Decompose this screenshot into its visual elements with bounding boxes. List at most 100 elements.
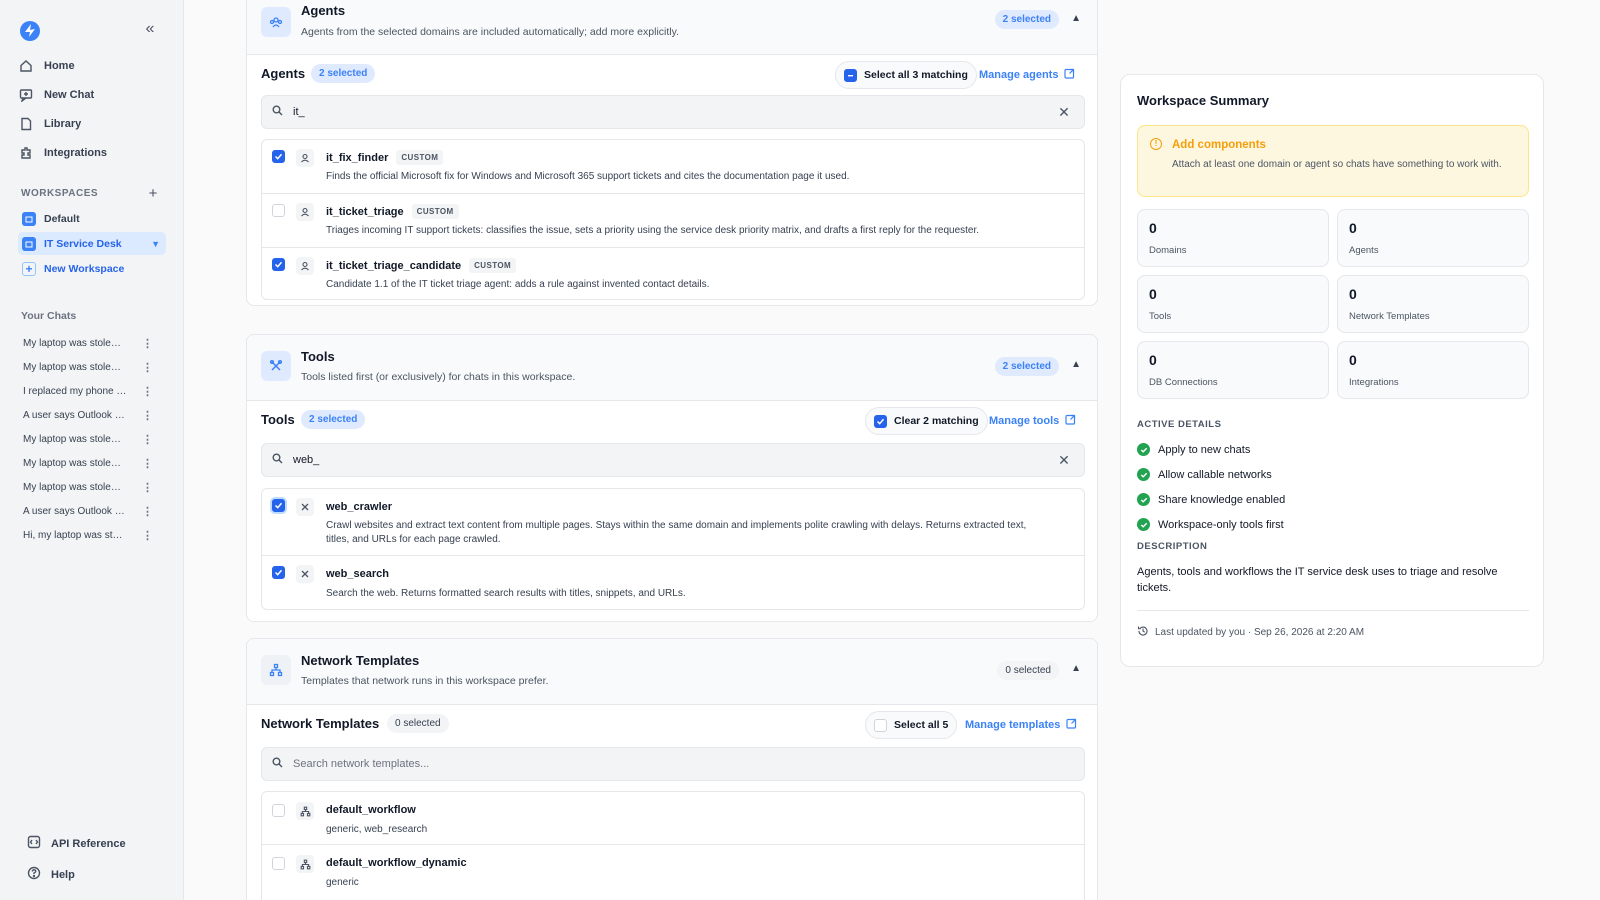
more-options-icon[interactable]: ⋮ [142,361,153,374]
more-options-icon[interactable]: ⋮ [142,409,153,422]
agents-card-header[interactable]: Agents Agents from the selected domains … [247,0,1097,55]
chevron-up-icon[interactable]: ▲ [1071,663,1081,674]
template-row-default-workflow[interactable]: default_workflow generic, web_research [262,792,1084,845]
tool-checkbox[interactable] [272,566,285,579]
nav-library-label: Library [44,118,82,130]
nav-new-chat[interactable]: New Chat [18,84,94,106]
workspace-icon [22,211,36,226]
check-circle-icon [1137,443,1150,456]
add-workspace-icon[interactable]: + [146,185,160,202]
tool-row-web-crawler[interactable]: web_crawler Crawl websites and extract t… [262,489,1084,556]
tools-card-header[interactable]: Tools Tools listed first (or exclusively… [247,335,1097,401]
templates-search[interactable] [261,747,1085,781]
nav-new-chat-label: New Chat [44,89,95,101]
stat-domains: 0 Domains [1137,209,1329,267]
chat-item[interactable]: My laptop was stole… ⋮ [23,358,153,376]
chat-item[interactable]: I replaced my phone … ⋮ [23,382,153,400]
agent-checkbox[interactable] [272,258,285,271]
workspace-default-label: Default [44,212,80,225]
workspace-description: Agents, tools and workflows the IT servi… [1137,566,1498,594]
tools-icon [261,351,291,381]
agent-checkbox[interactable] [272,204,285,217]
chat-title: A user says Outlook … [23,409,125,421]
chat-title: My laptop was stole… [23,457,121,469]
stat-label: Network Templates [1349,311,1430,322]
agents-search[interactable]: ✕ [261,95,1085,129]
collapse-sidebar-icon[interactable]: « [140,20,160,40]
agent-row-it-fix-finder[interactable]: it_fix_finder CUSTOM Finds the official M… [262,140,1084,194]
nav-integrations[interactable]: Integrations [18,142,107,164]
clear-matching-tools-button[interactable]: Clear 2 matching [865,407,988,435]
nav-home[interactable]: Home [18,55,75,77]
chat-item[interactable]: My laptop was stole… ⋮ [23,430,153,448]
agent-description: Candidate 1.1 of the IT ticket triage ag… [326,279,710,290]
tool-row-web-search[interactable]: web_search Search the web. Returns forma… [262,556,1084,609]
chat-item[interactable]: A user says Outlook … ⋮ [23,502,153,520]
clear-matching-label: Clear 2 matching [894,415,979,427]
more-options-icon[interactable]: ⋮ [142,337,153,350]
manage-agents-link[interactable]: Manage agents [979,68,1075,82]
clear-search-icon[interactable]: ✕ [1056,452,1072,469]
chevron-up-icon[interactable]: ▲ [1071,13,1081,24]
agents-list: it_fix_finder CUSTOM Finds the official M… [261,139,1085,300]
detail-text: Apply to new chats [1158,443,1251,456]
new-workspace-button[interactable]: + New Workspace [18,257,166,280]
tools-card: Tools Tools listed first (or exclusively… [246,334,1098,622]
workspace-it-service-desk[interactable]: IT Service Desk ▼ [18,232,166,255]
active-details-label: ACTIVE DETAILS [1137,419,1222,430]
tool-checkbox[interactable] [272,499,285,512]
help-label: Help [51,868,75,881]
tools-search[interactable]: ✕ [261,443,1085,477]
more-options-icon[interactable]: ⋮ [142,505,153,518]
tools-list: web_crawler Crawl websites and extract t… [261,488,1085,610]
agents-search-input[interactable] [293,106,1046,118]
tool-description: Search the web. Returns formatted search… [326,588,686,599]
app-logo[interactable] [18,18,42,42]
nav-integrations-label: Integrations [44,147,107,159]
chat-item[interactable]: My laptop was stole… ⋮ [23,478,153,496]
workspace-summary-panel: Workspace Summary ! Add components Attac… [1120,74,1544,667]
chat-item[interactable]: My laptop was stole… ⋮ [23,454,153,472]
api-reference-link[interactable]: API Reference [27,835,126,852]
network-icon [296,802,314,820]
manage-templates-link[interactable]: Manage templates [965,718,1077,732]
tools-subheader: Tools 2 selected Clear 2 matching Manage… [247,401,1097,437]
more-options-icon[interactable]: ⋮ [142,481,153,494]
last-updated: Last updated by you · Sep 26, 2026 at 2:… [1137,625,1364,640]
more-options-icon[interactable]: ⋮ [142,385,153,398]
more-options-icon[interactable]: ⋮ [142,529,153,542]
agent-name: it_fix_finder CUSTOM [326,150,444,165]
clear-search-icon[interactable]: ✕ [1056,104,1072,121]
plus-icon: + [22,261,36,276]
template-checkbox[interactable] [272,857,285,870]
help-link[interactable]: Help [27,866,75,883]
tools-search-input[interactable] [293,454,1046,466]
integrations-icon [18,145,34,161]
templates-card-header[interactable]: Network Templates Templates that network… [247,639,1097,705]
templates-search-input[interactable] [293,758,1084,770]
stat-value: 0 [1349,352,1357,368]
nav-home-label: Home [44,60,75,72]
stat-label: Integrations [1349,377,1399,388]
chat-item[interactable]: A user says Outlook … ⋮ [23,406,153,424]
chat-item[interactable]: Hi, my laptop was st… ⋮ [23,526,153,544]
chevron-down-icon[interactable]: ▼ [151,239,160,249]
template-checkbox[interactable] [272,804,285,817]
agent-row-it-ticket-triage-candidate[interactable]: it_ticket_triage_candidate CUSTOM Candida… [262,248,1084,299]
chat-item[interactable]: My laptop was stole… ⋮ [23,334,153,352]
agent-checkbox[interactable] [272,150,285,163]
more-options-icon[interactable]: ⋮ [142,457,153,470]
nav-library[interactable]: Library [18,113,81,135]
more-options-icon[interactable]: ⋮ [142,433,153,446]
chevron-up-icon[interactable]: ▲ [1071,359,1081,370]
select-all-agents-button[interactable]: Select all 3 matching [835,61,977,89]
stat-tools: 0 Tools [1137,275,1329,333]
warning-icon: ! [1150,138,1162,150]
agent-row-it-ticket-triage[interactable]: it_ticket_triage CUSTOM Triages incoming … [262,194,1084,248]
template-row-default-workflow-dynamic[interactable]: default_workflow_dynamic generic [262,845,1084,898]
manage-tools-link[interactable]: Manage tools [989,414,1076,428]
select-all-templates-button[interactable]: Select all 5 [865,711,958,739]
workspace-default[interactable]: Default [18,207,166,230]
summary-title: Workspace Summary [1137,93,1269,108]
home-icon [18,58,34,74]
